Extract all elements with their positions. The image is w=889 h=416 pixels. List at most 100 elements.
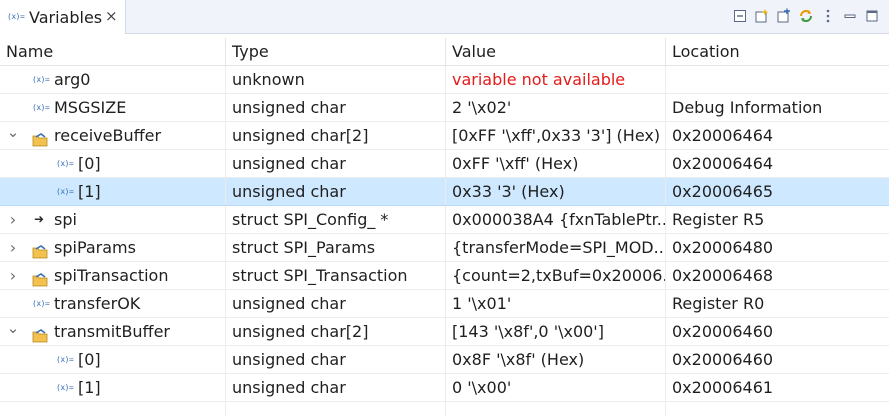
variable-row[interactable]: (x)= [0] unsigned char 0x8F '\x8f' (Hex) 0x2… <box>0 346 889 374</box>
variable-row[interactable]: (x)= [1] unsigned char 0 '\x00' 0x20006461 <box>0 374 889 402</box>
variable-location: Register R0 <box>672 294 765 313</box>
empty-cell <box>446 402 666 416</box>
variable-type: unsigned char[2] <box>226 122 446 149</box>
variable-row[interactable]: (x)= MSGSIZE unsigned char 2 '\x02' Debug In… <box>0 94 889 122</box>
new-expression-icon[interactable] <box>751 5 773 27</box>
variable-type: unsigned char <box>226 178 446 205</box>
variable-row[interactable]: (x)= arg0 unknown variable not available <box>0 66 889 94</box>
close-icon[interactable]: × <box>105 7 118 25</box>
variable-row[interactable]: (x)= [0] unsigned char 0xFF '\xff' (Hex) 0x2… <box>0 150 889 178</box>
variable-name-cell[interactable]: › ➜ spi <box>0 206 226 233</box>
variables-tree: (x)= arg0 unknown variable not available (x)… <box>0 66 889 402</box>
column-location-header[interactable]: Location <box>666 38 889 65</box>
variable-icon: (x)= <box>56 355 74 364</box>
tab-bar: (x)= Variables × <box>0 0 889 34</box>
variables-icon: (x)= <box>7 12 25 21</box>
variable-type: struct SPI_Config_ * <box>226 206 446 233</box>
variable-name-cell[interactable]: (x)= [0] <box>0 346 226 373</box>
variable-type: unsigned char <box>226 150 446 177</box>
variable-value[interactable]: variable not available <box>446 66 666 93</box>
remove-all-icon[interactable] <box>773 5 795 27</box>
variable-value[interactable]: 0x000038A4 {fxnTablePtr... <box>446 206 666 233</box>
variables-view: (x)= Variables × Name Type Value Locatio… <box>0 0 889 416</box>
variable-name-cell[interactable]: (x)= [0] <box>0 150 226 177</box>
variable-value[interactable]: 2 '\x02' <box>446 94 666 121</box>
variable-name: receiveBuffer <box>54 126 162 145</box>
column-name-header[interactable]: Name <box>0 38 226 65</box>
chevron-right-icon[interactable]: › <box>6 206 20 233</box>
struct-icon <box>32 268 48 287</box>
variable-name-cell[interactable]: › spiTransaction <box>0 262 226 289</box>
variable-icon: (x)= <box>56 159 74 168</box>
variable-value[interactable]: 0 '\x00' <box>446 374 666 401</box>
variable-name-cell[interactable]: (x)= arg0 <box>0 66 226 93</box>
variable-value[interactable]: 0x33 '3' (Hex) <box>446 178 666 205</box>
variable-icon: (x)= <box>32 299 50 308</box>
chevron-right-icon[interactable]: › <box>6 262 20 289</box>
variable-name: [0] <box>78 154 101 173</box>
variable-type: unsigned char <box>226 374 446 401</box>
variable-row[interactable]: (x)= [1] unsigned char 0x33 '3' (Hex) 0x2000… <box>0 178 889 206</box>
variable-name: spiParams <box>54 238 136 257</box>
empty-cell <box>0 402 226 416</box>
variable-name-cell[interactable]: ⌄ receiveBuffer <box>0 122 226 149</box>
chevron-right-icon[interactable]: › <box>6 234 20 261</box>
struct-icon <box>32 324 48 343</box>
variable-value[interactable]: 1 '\x01' <box>446 290 666 317</box>
variable-type: unsigned char <box>226 94 446 121</box>
variable-name-cell[interactable]: › spiParams <box>0 234 226 261</box>
variable-name: arg0 <box>54 70 91 89</box>
variable-location: 0x20006468 <box>672 266 774 285</box>
variable-location: Register R5 <box>672 210 765 229</box>
variable-row[interactable]: ⌄ transmitBuffer unsigned char[2] [143 '\x8… <box>0 318 889 346</box>
variable-location: 0x20006480 <box>672 238 774 257</box>
minimize-icon[interactable] <box>839 5 861 27</box>
view-menu-icon[interactable] <box>817 5 839 27</box>
variable-row[interactable]: › ➜ spi struct SPI_Config_ * 0x000038A4 {fxn… <box>0 206 889 234</box>
column-value-header[interactable]: Value <box>446 38 666 65</box>
variable-name-cell[interactable]: (x)= MSGSIZE <box>0 94 226 121</box>
variable-location: 0x20006464 <box>672 126 774 145</box>
variable-value[interactable]: [143 '\x8f',0 '\x00'] <box>446 318 666 345</box>
variable-icon: (x)= <box>56 187 74 196</box>
chevron-down-icon[interactable]: ⌄ <box>6 122 20 149</box>
struct-icon <box>32 128 48 147</box>
tab-title: Variables <box>29 8 103 27</box>
variable-name-cell[interactable]: ⌄ transmitBuffer <box>0 318 226 345</box>
variable-location: 0x20006460 <box>672 322 774 341</box>
chevron-down-icon[interactable]: ⌄ <box>6 318 20 345</box>
variable-value[interactable]: {count=2,txBuf=0x20006... <box>446 262 666 289</box>
maximize-icon[interactable] <box>861 5 883 27</box>
variable-location: 0x20006464 <box>672 154 774 173</box>
variable-name: [1] <box>78 378 101 397</box>
variable-name-cell[interactable]: (x)= [1] <box>0 178 226 205</box>
variable-name: [0] <box>78 350 101 369</box>
variable-location: 0x20006465 <box>672 182 774 201</box>
empty-cell <box>666 402 889 416</box>
tab-variables[interactable]: (x)= Variables × <box>0 0 126 34</box>
variable-row[interactable]: › spiTransaction struct SPI_Transaction {co… <box>0 262 889 290</box>
variable-value[interactable]: [0xFF '\xff',0x33 '3'] (Hex) <box>446 122 666 149</box>
view-toolbar <box>729 5 883 27</box>
variable-type: unsigned char <box>226 346 446 373</box>
pointer-icon: ➜ <box>34 212 45 226</box>
refresh-icon[interactable] <box>795 5 817 27</box>
variable-value[interactable]: 0xFF '\xff' (Hex) <box>446 150 666 177</box>
variable-name: [1] <box>78 182 101 201</box>
variable-value[interactable]: {transferMode=SPI_MOD... <box>446 234 666 261</box>
variable-row[interactable]: (x)= transferOK unsigned char 1 '\x01' Regis… <box>0 290 889 318</box>
variable-icon: (x)= <box>32 103 50 112</box>
variable-location: 0x20006461 <box>672 378 774 397</box>
column-type-header[interactable]: Type <box>226 38 446 65</box>
variable-name-cell[interactable]: (x)= [1] <box>0 374 226 401</box>
variable-row[interactable]: ⌄ receiveBuffer unsigned char[2] [0xFF '\xf… <box>0 122 889 150</box>
column-header: Name Type Value Location <box>0 38 889 66</box>
variable-name: transferOK <box>54 294 141 313</box>
variable-row[interactable]: › spiParams struct SPI_Params {transferMode… <box>0 234 889 262</box>
collapse-all-icon[interactable] <box>729 5 751 27</box>
variable-name: spi <box>54 210 77 229</box>
variable-value[interactable]: 0x8F '\x8f' (Hex) <box>446 346 666 373</box>
variable-name-cell[interactable]: (x)= transferOK <box>0 290 226 317</box>
variable-icon: (x)= <box>32 75 50 84</box>
empty-cell <box>226 402 446 416</box>
